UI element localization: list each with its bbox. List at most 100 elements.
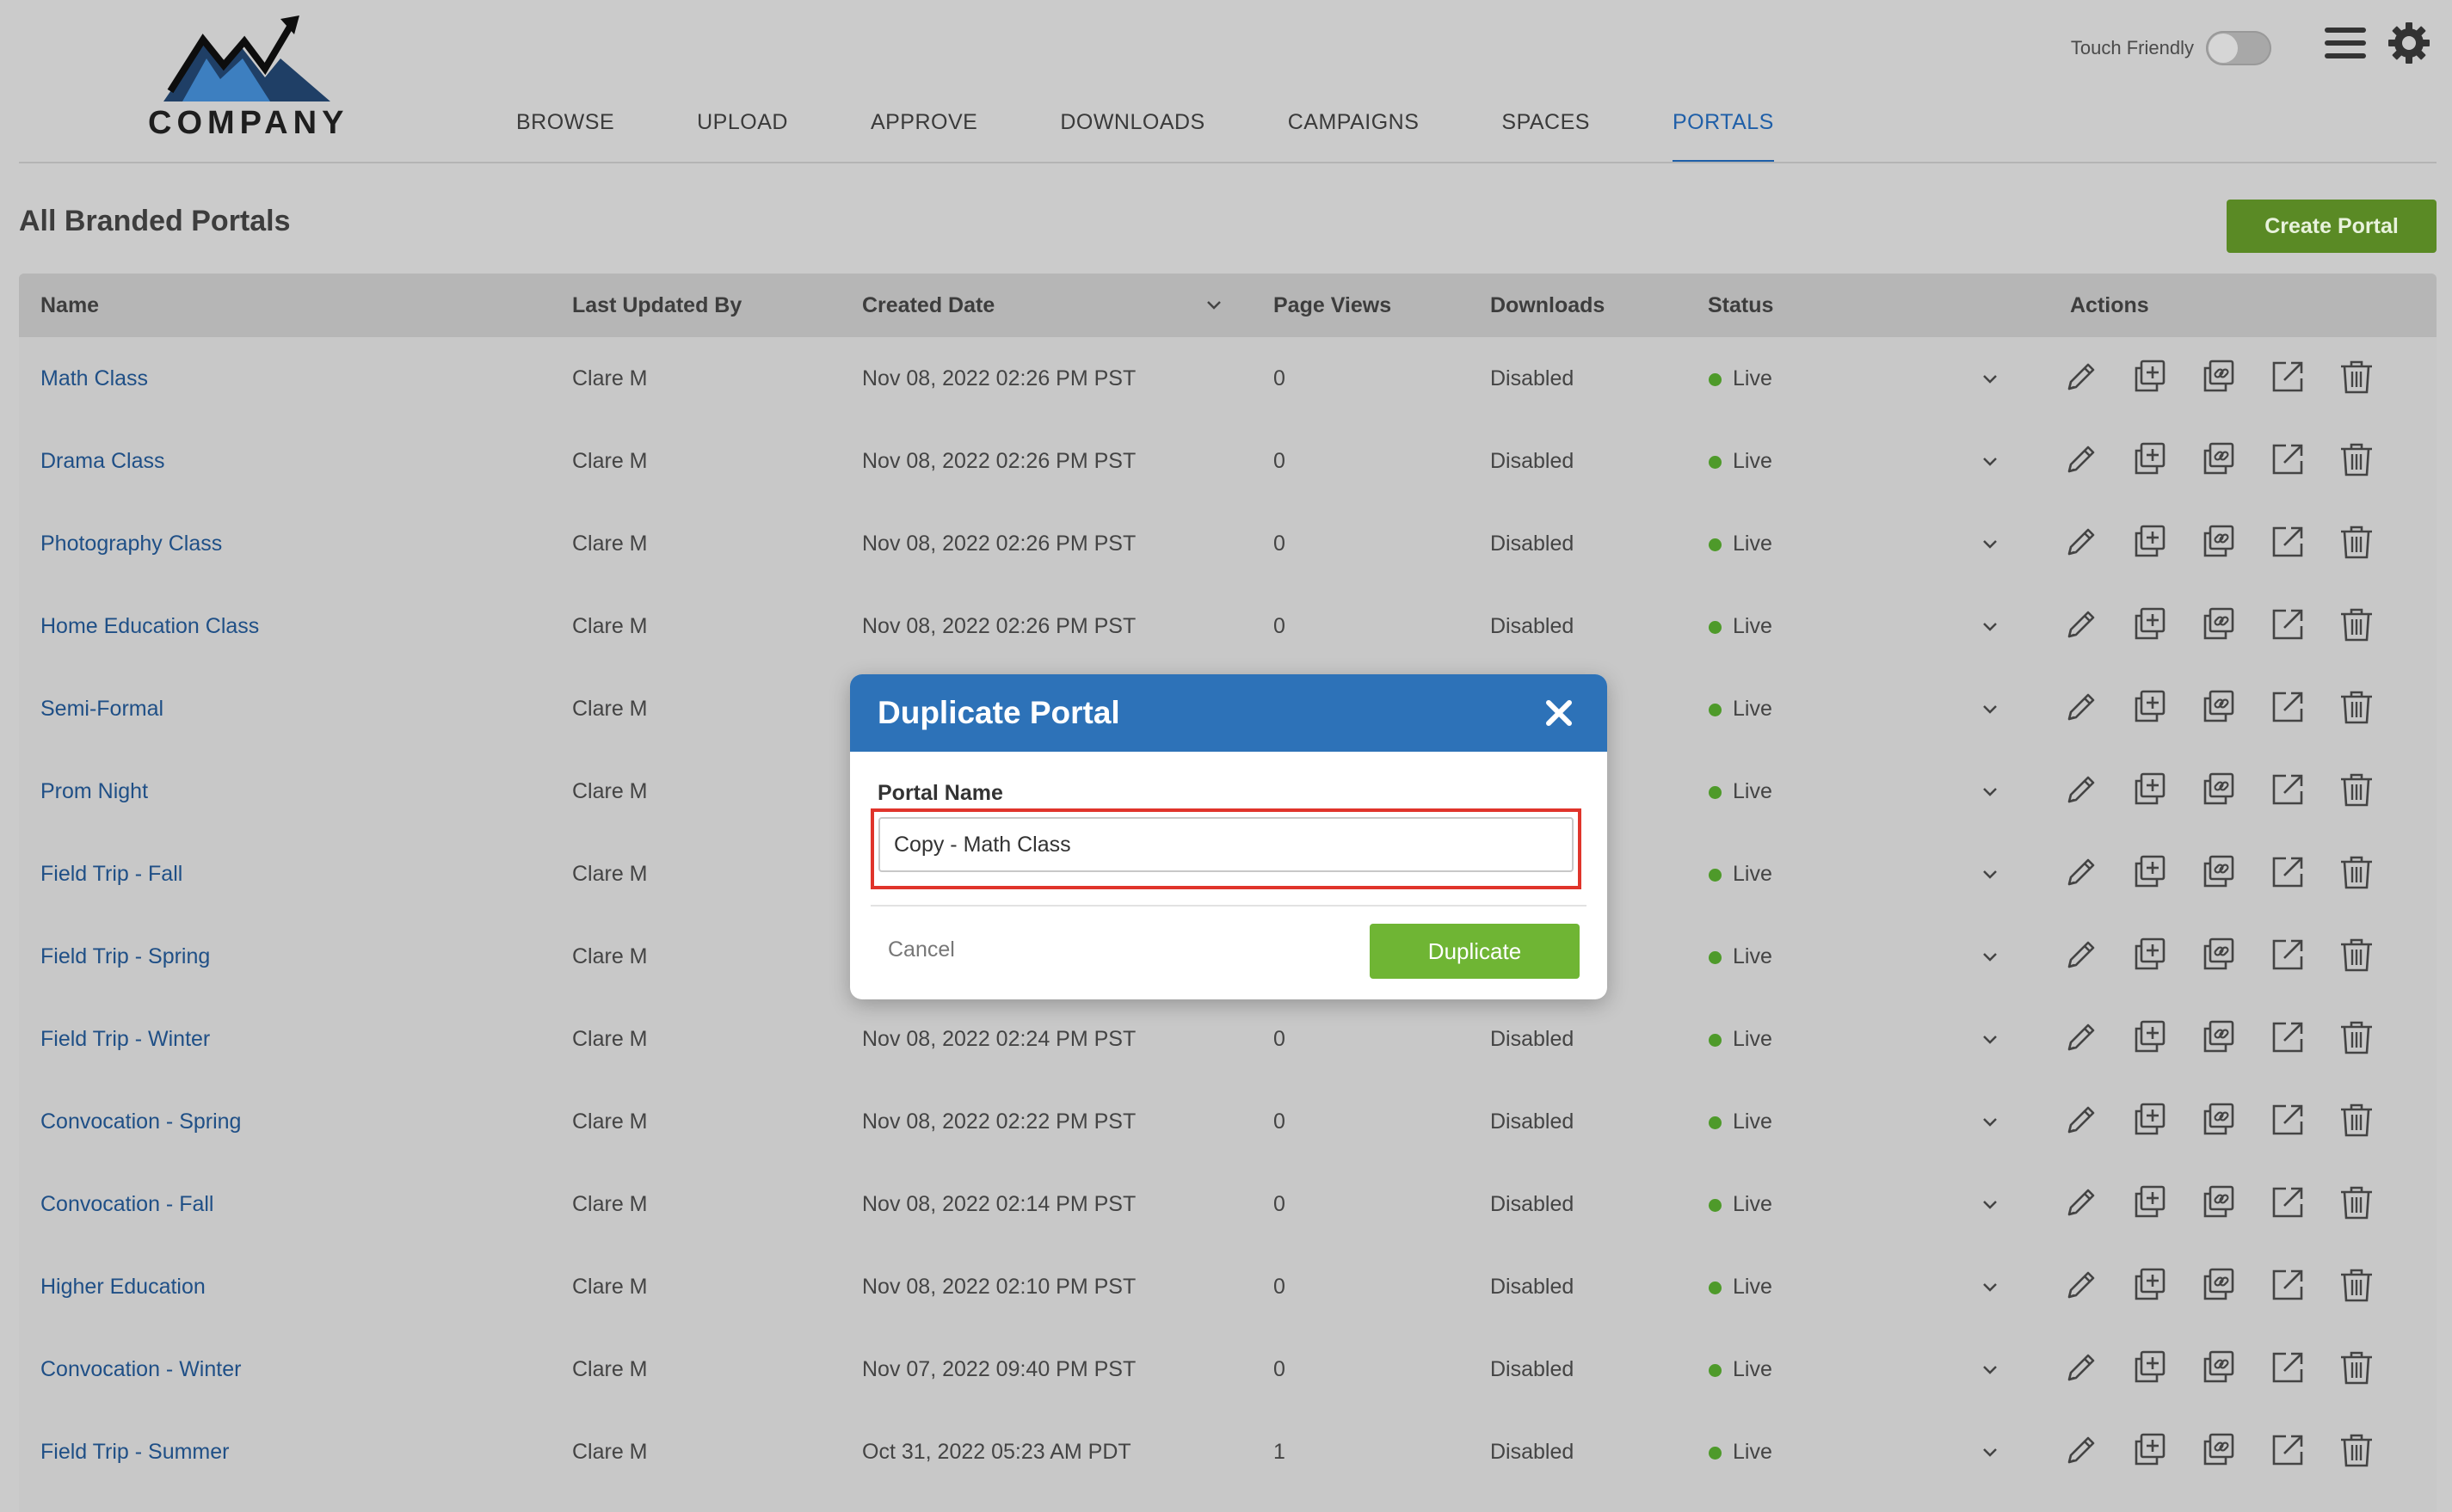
- create-portal-button[interactable]: Create Portal: [2227, 200, 2437, 253]
- pencil-icon[interactable]: [2061, 356, 2102, 397]
- pencil-icon[interactable]: [2061, 934, 2102, 975]
- add-copy-icon[interactable]: [2129, 356, 2171, 397]
- link-copy-icon[interactable]: [2198, 851, 2239, 893]
- status-dropdown-chevron-icon[interactable]: [1981, 1195, 1999, 1214]
- portal-name-input[interactable]: [878, 817, 1574, 872]
- nav-tab-campaigns[interactable]: CAMPAIGNS: [1288, 95, 1420, 163]
- add-copy-icon[interactable]: [2129, 1182, 2171, 1223]
- pencil-icon[interactable]: [2061, 686, 2102, 728]
- portal-name-link[interactable]: Convocation - Spring: [40, 1080, 241, 1163]
- status-dropdown-chevron-icon[interactable]: [1981, 865, 1999, 884]
- pencil-icon[interactable]: [2061, 1182, 2102, 1223]
- add-copy-icon[interactable]: [2129, 521, 2171, 562]
- status-dropdown-chevron-icon[interactable]: [1981, 1443, 1999, 1462]
- portal-name-link[interactable]: Field Trip - Winter: [40, 998, 210, 1080]
- company-logo[interactable]: COMPANY: [148, 15, 346, 143]
- column-header-downloads[interactable]: Downloads: [1490, 274, 1605, 337]
- link-copy-icon[interactable]: [2198, 1017, 2239, 1058]
- share-external-icon[interactable]: [2267, 1264, 2308, 1306]
- nav-tab-approve[interactable]: APPROVE: [871, 95, 977, 163]
- link-copy-icon[interactable]: [2198, 604, 2239, 645]
- link-copy-icon[interactable]: [2198, 356, 2239, 397]
- trash-icon[interactable]: [2336, 1429, 2377, 1471]
- column-header-status[interactable]: Status: [1708, 274, 1773, 337]
- share-external-icon[interactable]: [2267, 1182, 2308, 1223]
- share-external-icon[interactable]: [2267, 439, 2308, 480]
- share-external-icon[interactable]: [2267, 604, 2308, 645]
- status-dropdown-chevron-icon[interactable]: [1981, 535, 1999, 554]
- add-copy-icon[interactable]: [2129, 1017, 2171, 1058]
- trash-icon[interactable]: [2336, 356, 2377, 397]
- pencil-icon[interactable]: [2061, 604, 2102, 645]
- link-copy-icon[interactable]: [2198, 934, 2239, 975]
- pencil-icon[interactable]: [2061, 1099, 2102, 1140]
- touch-friendly-toggle[interactable]: [2206, 31, 2271, 65]
- trash-icon[interactable]: [2336, 521, 2377, 562]
- pencil-icon[interactable]: [2061, 769, 2102, 810]
- share-external-icon[interactable]: [2267, 686, 2308, 728]
- link-copy-icon[interactable]: [2198, 1264, 2239, 1306]
- share-external-icon[interactable]: [2267, 851, 2308, 893]
- share-external-icon[interactable]: [2267, 356, 2308, 397]
- portal-name-link[interactable]: Convocation - Fall: [40, 1163, 213, 1245]
- nav-tab-portals[interactable]: PORTALS: [1672, 95, 1774, 163]
- add-copy-icon[interactable]: [2129, 604, 2171, 645]
- hamburger-menu-icon[interactable]: [2325, 28, 2366, 62]
- sort-chevron-down-icon[interactable]: [1204, 296, 1223, 315]
- link-copy-icon[interactable]: [2198, 1429, 2239, 1471]
- pencil-icon[interactable]: [2061, 1017, 2102, 1058]
- status-dropdown-chevron-icon[interactable]: [1981, 618, 1999, 636]
- column-header-name[interactable]: Name: [40, 274, 99, 337]
- share-external-icon[interactable]: [2267, 1429, 2308, 1471]
- add-copy-icon[interactable]: [2129, 769, 2171, 810]
- share-external-icon[interactable]: [2267, 1347, 2308, 1388]
- portal-name-link[interactable]: Field Trip - Spring: [40, 915, 210, 998]
- pencil-icon[interactable]: [2061, 1429, 2102, 1471]
- pencil-icon[interactable]: [2061, 521, 2102, 562]
- pencil-icon[interactable]: [2061, 1264, 2102, 1306]
- trash-icon[interactable]: [2336, 769, 2377, 810]
- trash-icon[interactable]: [2336, 1264, 2377, 1306]
- column-header-page-views[interactable]: Page Views: [1273, 274, 1391, 337]
- gear-icon[interactable]: [2387, 21, 2431, 65]
- status-dropdown-chevron-icon[interactable]: [1981, 948, 1999, 967]
- status-dropdown-chevron-icon[interactable]: [1981, 1113, 1999, 1132]
- link-copy-icon[interactable]: [2198, 1347, 2239, 1388]
- duplicate-button[interactable]: Duplicate: [1370, 924, 1580, 979]
- status-dropdown-chevron-icon[interactable]: [1981, 700, 1999, 719]
- add-copy-icon[interactable]: [2129, 1429, 2171, 1471]
- status-dropdown-chevron-icon[interactable]: [1981, 1030, 1999, 1049]
- status-dropdown-chevron-icon[interactable]: [1981, 452, 1999, 471]
- portal-name-link[interactable]: Math Class: [40, 337, 148, 420]
- trash-icon[interactable]: [2336, 439, 2377, 480]
- link-copy-icon[interactable]: [2198, 439, 2239, 480]
- share-external-icon[interactable]: [2267, 1017, 2308, 1058]
- status-dropdown-chevron-icon[interactable]: [1981, 783, 1999, 802]
- cancel-button[interactable]: Cancel: [888, 924, 955, 975]
- status-dropdown-chevron-icon[interactable]: [1981, 1278, 1999, 1297]
- portal-name-link[interactable]: Field Trip - Summer: [40, 1411, 229, 1493]
- status-dropdown-chevron-icon[interactable]: [1981, 1361, 1999, 1380]
- status-dropdown-chevron-icon[interactable]: [1981, 370, 1999, 389]
- link-copy-icon[interactable]: [2198, 1099, 2239, 1140]
- link-copy-icon[interactable]: [2198, 521, 2239, 562]
- nav-tab-spaces[interactable]: SPACES: [1501, 95, 1590, 163]
- portal-name-link[interactable]: Home Education Class: [40, 585, 259, 667]
- column-header-created-date[interactable]: Created Date: [862, 274, 995, 337]
- portal-name-link[interactable]: Photography Class: [40, 502, 222, 585]
- share-external-icon[interactable]: [2267, 769, 2308, 810]
- trash-icon[interactable]: [2336, 1099, 2377, 1140]
- pencil-icon[interactable]: [2061, 851, 2102, 893]
- add-copy-icon[interactable]: [2129, 686, 2171, 728]
- trash-icon[interactable]: [2336, 934, 2377, 975]
- portal-name-link[interactable]: Higher Education: [40, 1245, 206, 1328]
- link-copy-icon[interactable]: [2198, 1182, 2239, 1223]
- add-copy-icon[interactable]: [2129, 1347, 2171, 1388]
- portal-name-link[interactable]: Prom Night: [40, 750, 148, 833]
- add-copy-icon[interactable]: [2129, 934, 2171, 975]
- add-copy-icon[interactable]: [2129, 1099, 2171, 1140]
- link-copy-icon[interactable]: [2198, 769, 2239, 810]
- add-copy-icon[interactable]: [2129, 851, 2171, 893]
- share-external-icon[interactable]: [2267, 521, 2308, 562]
- add-copy-icon[interactable]: [2129, 439, 2171, 480]
